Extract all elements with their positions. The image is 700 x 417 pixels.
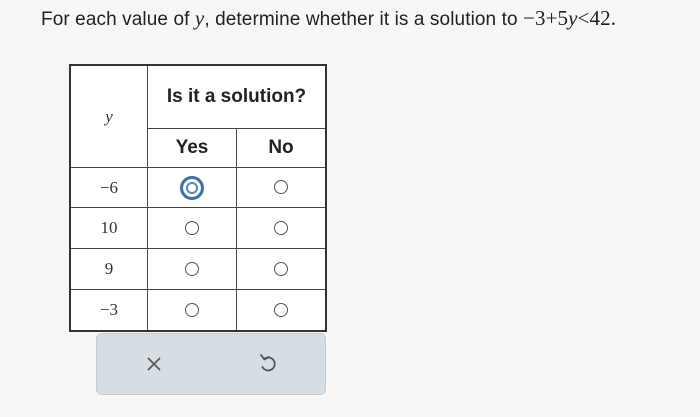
- no-radio[interactable]: [274, 220, 288, 235]
- no-radio[interactable]: [274, 261, 288, 276]
- no-radio[interactable]: [274, 180, 288, 195]
- yes-cell: [147, 207, 237, 249]
- table-row: −6: [69, 167, 327, 208]
- inequality: −3+5y<42.: [523, 6, 616, 30]
- solution-header: Is it a solution?: [147, 64, 327, 129]
- clear-button[interactable]: [129, 344, 179, 384]
- y-value: −3: [69, 289, 148, 332]
- answer-actions: [96, 333, 326, 395]
- prompt-lead: For each value of: [41, 9, 195, 30]
- prompt-variable: y: [194, 6, 205, 30]
- no-cell: [236, 207, 327, 249]
- yes-cell: [147, 248, 237, 290]
- inequality-end: .: [610, 6, 617, 30]
- y-value: 10: [69, 207, 148, 249]
- y-value: 9: [69, 248, 148, 290]
- y-value: −6: [69, 167, 148, 208]
- undo-button[interactable]: [243, 344, 293, 384]
- no-cell: [236, 289, 327, 332]
- prompt-middle: , determine whether it is a solution to: [204, 9, 524, 30]
- no-cell: [236, 248, 327, 290]
- table-row: 9: [69, 248, 327, 290]
- inequality-variable: y: [568, 6, 578, 30]
- no-cell: [236, 167, 327, 208]
- yes-cell: [147, 167, 237, 208]
- undo-icon: [258, 353, 278, 375]
- no-radio[interactable]: [274, 302, 288, 317]
- yes-radio[interactable]: [185, 261, 199, 276]
- inequality-part2: <42: [577, 6, 611, 30]
- table-row: −3: [69, 289, 327, 332]
- yes-cell: [147, 289, 237, 332]
- yes-column-header: Yes: [147, 128, 237, 168]
- table-row: 10: [69, 207, 327, 249]
- solution-table: y Is it a solution? Yes No −6 10 9 −3: [69, 64, 327, 332]
- yes-radio-selected[interactable]: [180, 175, 204, 200]
- y-column-header: y: [69, 64, 148, 168]
- yes-radio[interactable]: [185, 220, 199, 235]
- x-icon: [146, 356, 162, 372]
- yes-radio[interactable]: [185, 302, 199, 317]
- question-prompt: For each value of y, determine whether i…: [41, 6, 616, 31]
- no-column-header: No: [236, 128, 327, 168]
- inequality-part1: −3+5: [523, 6, 569, 30]
